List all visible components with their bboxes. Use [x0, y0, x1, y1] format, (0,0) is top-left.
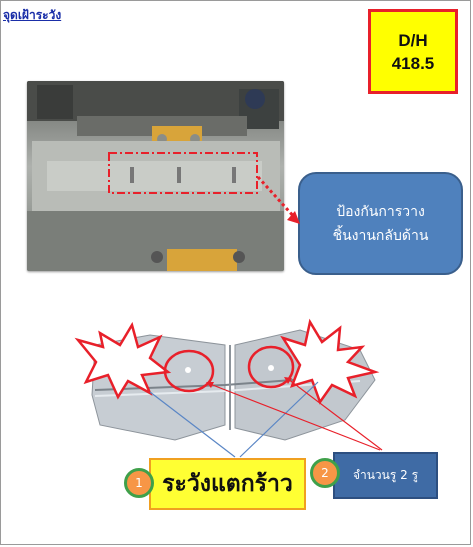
marker-badge-1: 1 [124, 468, 154, 498]
callout-arrowhead [287, 211, 300, 224]
crack-caution-box: ระวังแตกร้าว [149, 458, 306, 510]
crack-caution-label: ระวังแตกร้าว [162, 471, 293, 497]
marker-number-1: 1 [135, 476, 143, 490]
hole-count-label: จำนวนรู 2 รู [352, 468, 419, 482]
hole-count-box: จำนวนรู 2 รู [333, 452, 438, 499]
marker-badge-2: 2 [310, 458, 340, 488]
marker-number-2: 2 [321, 466, 329, 480]
callout-arrow [256, 175, 298, 221]
